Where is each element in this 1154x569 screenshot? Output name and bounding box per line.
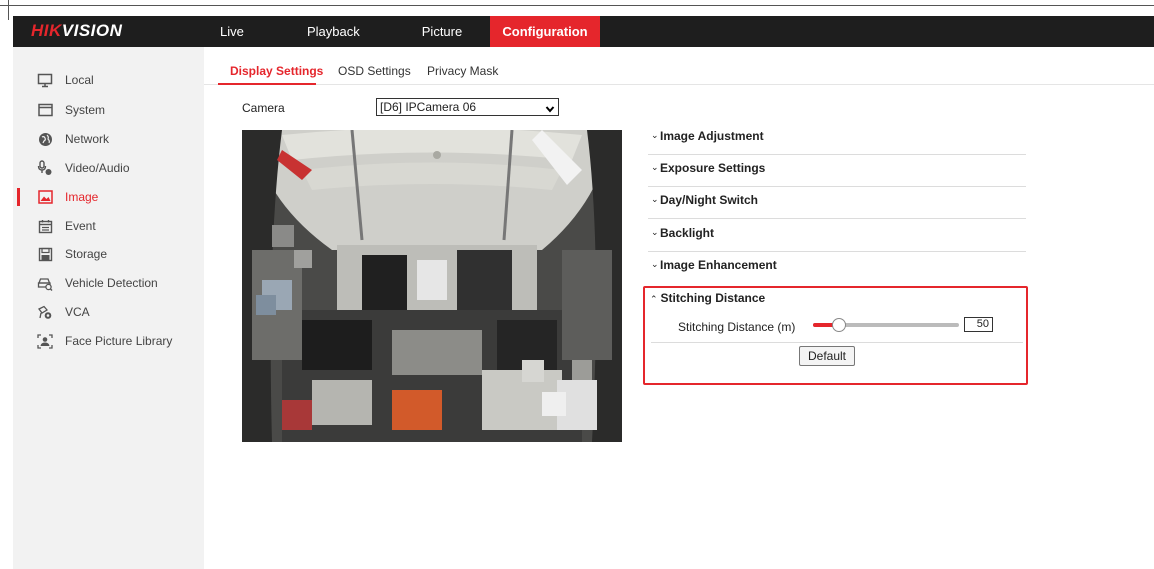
stitching-distance-label: Stitching Distance (m) [678,320,796,334]
nav-configuration[interactable]: Configuration [490,16,600,47]
chevron-down-icon: ⌄ [651,162,659,172]
section-title: Stitching Distance [660,291,766,305]
fisheye-scene-image [242,130,622,442]
main-nav: Live View Playback Picture Configuration [206,16,606,70]
sidebar-item-label: Storage [65,247,108,261]
section-stitching-distance[interactable]: ⌃ Stitching Distance [650,291,765,305]
section-title: Day/Night Switch [660,193,759,207]
chevron-down-icon: ⌄ [651,227,659,237]
sidebar-item-vehicle-detection[interactable]: Vehicle Detection [13,269,204,297]
sidebar-item-label: Vehicle Detection [65,276,158,290]
nav-picture[interactable]: Picture [402,16,482,47]
active-tab-indicator [218,83,316,85]
tab-osd-settings[interactable]: OSD Settings [338,64,411,78]
stitching-distance-value-input[interactable]: 50 [964,317,993,332]
logo-vision-text: VISION [61,21,123,40]
sidebar-item-label: Video/Audio [65,161,130,175]
sidebar-item-video-audio[interactable]: Video/Audio [13,154,204,182]
window-left-border [8,0,9,20]
sidebar-item-network[interactable]: Network [13,125,204,153]
sidebar-item-label: Image [65,190,99,204]
sidebar-item-image[interactable]: Image [13,183,204,211]
sidebar-item-event[interactable]: Event [13,212,204,240]
face-icon [36,332,54,350]
sidebar-item-storage[interactable]: Storage [13,240,204,268]
vca-icon [36,303,54,321]
tab-privacy-mask[interactable]: Privacy Mask [427,64,498,78]
monitor-icon [36,71,54,89]
section-backlight[interactable]: ⌄ Backlight [648,219,1026,252]
sidebar-item-label: VCA [65,305,90,319]
sidebar-item-local[interactable]: Local [13,66,204,94]
image-icon [36,188,54,206]
camera-preview[interactable] [242,130,622,442]
globe-icon [36,130,54,148]
logo-hik-text: HIK [31,21,62,40]
divider [651,342,1023,343]
sidebar-item-system[interactable]: System [13,96,204,124]
chevron-down-icon [545,102,555,113]
microphone-icon [36,159,54,177]
section-title: Backlight [660,226,715,240]
section-title: Image Enhancement [660,258,777,272]
settings-tabs: Display Settings OSD Settings Privacy Ma… [204,55,1154,85]
sidebar-item-label: Event [65,219,96,233]
section-image-enhancement[interactable]: ⌄ Image Enhancement [648,251,1026,284]
sidebar-item-label: Local [65,73,94,87]
stitching-distance-slider-thumb[interactable] [832,318,846,332]
chevron-down-icon: ⌄ [651,259,659,269]
nav-playback[interactable]: Playback [293,16,396,47]
tab-display-settings[interactable]: Display Settings [230,64,323,78]
camera-select[interactable]: [D6] IPCamera 06 [376,98,559,116]
section-day-night-switch[interactable]: ⌄ Day/Night Switch [648,186,1026,219]
hikvision-logo: HIKVISION [31,21,122,41]
disk-icon [36,245,54,263]
sidebar: Local System Network Video/Audio Image E [13,47,204,569]
section-title: Image Adjustment [660,129,764,143]
calendar-icon [36,217,54,235]
default-button[interactable]: Default [799,346,855,366]
window-icon [36,101,54,119]
camera-label: Camera [242,101,285,115]
section-title: Exposure Settings [660,161,766,175]
sidebar-item-vca[interactable]: VCA [13,298,204,326]
camera-select-value: [D6] IPCamera 06 [380,100,477,114]
chevron-down-icon: ⌄ [651,194,659,204]
section-exposure-settings[interactable]: ⌄ Exposure Settings [648,154,1026,187]
top-navigation-bar: HIKVISION Live View Playback Picture Con… [13,16,1154,70]
sidebar-item-face-picture-library[interactable]: Face Picture Library [13,327,204,355]
sidebar-item-label: Face Picture Library [65,334,173,348]
sidebar-item-label: Network [65,132,110,146]
section-image-adjustment[interactable]: ⌄ Image Adjustment [648,122,1026,155]
window-top-border [0,0,1154,6]
chevron-up-icon: ⌃ [650,294,658,304]
chevron-down-icon: ⌄ [651,130,659,140]
nav-live-view[interactable]: Live View [206,16,287,70]
sidebar-item-label: System [65,103,106,117]
vehicle-icon [36,274,54,292]
